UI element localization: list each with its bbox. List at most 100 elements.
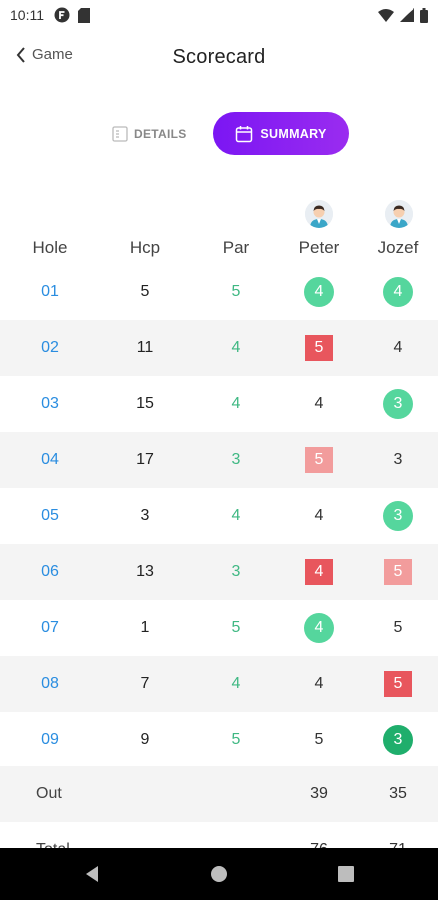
avatar-peter xyxy=(305,200,333,228)
table-row: 02 11 4 5 4 xyxy=(0,320,438,376)
table-row: 03 15 4 4 3 xyxy=(0,376,438,432)
person-avatar-icon xyxy=(305,200,333,228)
hole-par: 5 xyxy=(231,283,241,300)
status-bar: 10:11 xyxy=(0,0,438,30)
score-cell-peter: 4 xyxy=(304,600,334,656)
score-jozef-birdie: 3 xyxy=(383,501,413,531)
signal-icon xyxy=(400,8,414,22)
score-cell-jozef: 4 xyxy=(383,264,413,320)
column-header-hole: Hole xyxy=(32,238,68,257)
score-cell-jozef: 4 xyxy=(394,320,403,376)
score-cell-peter: 4 xyxy=(305,544,333,600)
hole-number: 03 xyxy=(41,395,59,412)
hole-par: 4 xyxy=(231,339,241,356)
app-bar: Game Scorecard xyxy=(0,36,438,80)
hole-par: 4 xyxy=(231,675,241,692)
column-header-hcp: Hcp xyxy=(129,238,161,257)
sd-card-icon xyxy=(78,7,90,23)
hole-handicap: 11 xyxy=(136,339,154,356)
score-peter-birdie: 4 xyxy=(304,277,334,307)
hole-number: 06 xyxy=(41,563,59,580)
hole-handicap: 5 xyxy=(140,283,150,300)
out-label: Out xyxy=(36,785,62,802)
score-cell-jozef: 3 xyxy=(383,488,413,544)
status-left-icons xyxy=(54,7,90,23)
table-row: 07 1 5 4 5 xyxy=(0,600,438,656)
home-circle-icon[interactable] xyxy=(209,864,229,884)
hole-par: 5 xyxy=(231,731,241,748)
hole-par: 3 xyxy=(231,563,241,580)
score-peter-double: 4 xyxy=(305,559,333,585)
score-cell-jozef: 3 xyxy=(394,432,403,488)
f-app-icon xyxy=(54,7,70,23)
score-peter: 5 xyxy=(314,731,324,748)
hole-par: 5 xyxy=(231,619,241,636)
score-cell-jozef: 3 xyxy=(383,712,413,768)
score-jozef-double: 5 xyxy=(384,671,412,697)
table-row: 05 3 4 4 3 xyxy=(0,488,438,544)
score-cell-jozef: 5 xyxy=(384,656,412,712)
hole-par: 4 xyxy=(231,507,241,524)
score-cell-jozef: 3 xyxy=(383,376,413,432)
battery-icon xyxy=(420,7,428,23)
out-jozef: 35 xyxy=(389,785,407,802)
details-list-icon xyxy=(112,126,128,142)
hole-par: 3 xyxy=(231,451,241,468)
column-header-jozef: Jozef xyxy=(377,238,419,257)
hole-handicap: 15 xyxy=(136,395,154,412)
hole-number: 04 xyxy=(41,451,59,468)
hole-number: 01 xyxy=(41,283,59,300)
column-header-par: Par xyxy=(222,238,250,257)
score-cell-peter: 4 xyxy=(304,264,334,320)
hole-handicap: 7 xyxy=(140,675,150,692)
score-jozef: 3 xyxy=(393,451,403,468)
recents-square-icon[interactable] xyxy=(336,864,356,884)
score-peter-bogey: 5 xyxy=(305,447,333,473)
table-header: Hole Hcp Par Peter Jozef xyxy=(0,230,438,266)
back-triangle-icon[interactable] xyxy=(82,864,102,884)
tab-details[interactable]: DETAILS xyxy=(112,122,187,146)
score-jozef: 5 xyxy=(393,619,403,636)
score-jozef: 4 xyxy=(393,339,403,356)
wifi-icon xyxy=(378,8,394,22)
tab-details-label: DETAILS xyxy=(134,127,187,141)
table-row: 08 7 4 4 5 xyxy=(0,656,438,712)
out-peter: 39 xyxy=(310,785,328,802)
hole-par: 4 xyxy=(231,395,241,412)
table-row: 06 13 3 4 5 xyxy=(0,544,438,600)
calendar-icon xyxy=(236,125,253,142)
hole-number: 02 xyxy=(41,339,59,356)
status-time: 10:11 xyxy=(10,7,44,23)
hole-handicap: 3 xyxy=(140,507,150,524)
avatar-jozef xyxy=(385,200,413,228)
score-jozef-birdie: 4 xyxy=(383,277,413,307)
hole-number: 08 xyxy=(41,675,59,692)
hole-handicap: 9 xyxy=(140,731,150,748)
score-peter: 4 xyxy=(314,507,324,524)
score-cell-peter: 5 xyxy=(305,320,333,376)
hole-handicap: 13 xyxy=(136,563,154,580)
column-header-peter: Peter xyxy=(298,238,340,257)
score-peter: 4 xyxy=(314,395,324,412)
score-cell-jozef: 5 xyxy=(384,544,412,600)
table-row: 01 5 5 4 4 xyxy=(0,264,438,320)
hole-handicap: 1 xyxy=(140,619,150,636)
score-jozef-eagle: 3 xyxy=(383,725,413,755)
tab-summary[interactable]: SUMMARY xyxy=(213,112,349,155)
score-cell-peter: 5 xyxy=(305,432,333,488)
status-right-icons xyxy=(378,7,428,23)
hole-number: 07 xyxy=(41,619,59,636)
tab-bar: DETAILS SUMMARY xyxy=(0,112,438,156)
table-row: 04 17 3 5 3 xyxy=(0,432,438,488)
system-nav-bar xyxy=(0,848,438,900)
score-cell-peter: 4 xyxy=(315,376,324,432)
score-cell-peter: 4 xyxy=(315,656,324,712)
tab-summary-label: SUMMARY xyxy=(260,126,327,141)
score-jozef-birdie: 3 xyxy=(383,389,413,419)
hole-number: 09 xyxy=(41,731,59,748)
hole-number: 05 xyxy=(41,507,59,524)
table-row: 09 9 5 5 3 xyxy=(0,712,438,768)
score-peter-double: 5 xyxy=(305,335,333,361)
page-title: Scorecard xyxy=(172,46,266,68)
person-avatar-icon xyxy=(385,200,413,228)
